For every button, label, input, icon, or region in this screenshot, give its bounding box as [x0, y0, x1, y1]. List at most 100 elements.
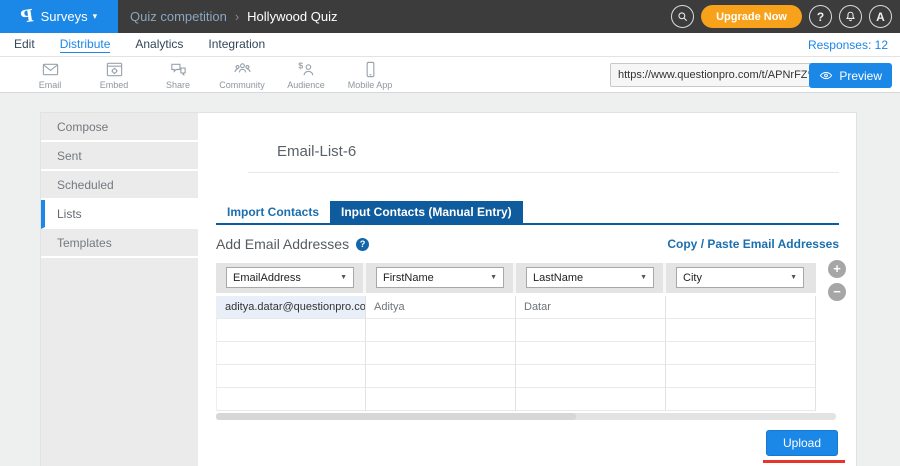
cell-city[interactable] — [666, 342, 816, 365]
help-button[interactable]: ? — [809, 5, 832, 28]
product-name: Surveys — [41, 9, 88, 24]
tab-import-contacts[interactable]: Import Contacts — [216, 201, 330, 223]
select-caret-icon: ▼ — [640, 274, 647, 281]
select-caret-icon: ▼ — [790, 274, 797, 281]
select-value: City — [683, 272, 702, 284]
select-caret-icon: ▼ — [490, 274, 497, 281]
toolbar-item-share[interactable]: Share — [146, 60, 210, 90]
question-mark-icon: ? — [817, 10, 824, 24]
column-select-firstname[interactable]: FirstName ▼ — [376, 267, 504, 288]
cell-firstname[interactable] — [366, 365, 516, 388]
select-caret-icon: ▼ — [340, 274, 347, 281]
section-header: Add Email Addresses ? Copy / Paste Email… — [216, 236, 839, 252]
bell-icon — [844, 10, 857, 23]
add-row-button[interactable]: + — [828, 260, 846, 278]
sidebar-item-scheduled[interactable]: Scheduled — [41, 171, 198, 200]
cell-lastname[interactable] — [516, 319, 666, 342]
column-select-city[interactable]: City ▼ — [676, 267, 804, 288]
email-icon — [41, 60, 60, 79]
grid-header: EmailAddress ▼ FirstName ▼ LastName ▼ City ▼ — [216, 263, 816, 293]
table-row — [216, 319, 816, 342]
cell-firstname[interactable] — [366, 319, 516, 342]
cell-city[interactable] — [666, 388, 816, 411]
cell-email[interactable] — [216, 365, 366, 388]
scrollbar-thumb[interactable] — [216, 413, 576, 420]
upgrade-now-button[interactable]: Upgrade Now — [701, 5, 802, 28]
upload-button[interactable]: Upload — [766, 430, 838, 456]
cell-city[interactable] — [666, 296, 816, 319]
preview-button[interactable]: Preview — [809, 63, 892, 88]
cell-city[interactable] — [666, 365, 816, 388]
toolbar-item-email[interactable]: Email — [18, 60, 82, 90]
sidebar-item-lists[interactable]: Lists — [41, 200, 198, 229]
cell-city[interactable] — [666, 319, 816, 342]
sidebar-item-compose[interactable]: Compose — [41, 113, 198, 142]
cell-email[interactable] — [216, 342, 366, 365]
search-button[interactable] — [671, 5, 694, 28]
eye-icon — [819, 69, 833, 82]
cell-lastname[interactable] — [516, 342, 666, 365]
horizontal-scrollbar[interactable] — [216, 413, 836, 420]
survey-url-field: ✎ — [610, 63, 823, 87]
cell-lastname[interactable]: Datar — [516, 296, 666, 319]
select-value: FirstName — [383, 272, 434, 284]
search-icon — [676, 10, 689, 23]
toolbar-label: Audience — [287, 80, 325, 90]
help-tooltip-icon[interactable]: ? — [356, 238, 369, 251]
grid-body: aditya.datar@questionpro.com Aditya Data… — [216, 296, 816, 411]
toolbar-item-audience[interactable]: $ Audience — [274, 60, 338, 90]
sidebar-item-label: Scheduled — [57, 178, 114, 192]
cell-firstname[interactable] — [366, 342, 516, 365]
responses-count[interactable]: Responses: 12 — [808, 38, 888, 52]
svg-text:$: $ — [298, 60, 303, 70]
distribute-toolbar: Email Embed Share Community $ Audience M… — [0, 57, 900, 93]
community-icon — [233, 60, 252, 79]
column-select-lastname[interactable]: LastName ▼ — [526, 267, 654, 288]
sidebar-item-sent[interactable]: Sent — [41, 142, 198, 171]
list-name-title: Email-List-6 — [277, 143, 356, 160]
cell-email[interactable]: aditya.datar@questionpro.com — [216, 296, 366, 319]
preview-label: Preview — [839, 69, 882, 83]
chevron-down-icon: ▾ — [93, 11, 98, 22]
column-select-emailaddress[interactable]: EmailAddress ▼ — [226, 267, 354, 288]
select-value: LastName — [533, 272, 583, 284]
account-avatar[interactable]: A — [869, 5, 892, 28]
topbar-actions: Upgrade Now ? A — [671, 5, 900, 28]
cell-lastname[interactable] — [516, 388, 666, 411]
remove-row-button[interactable]: − — [828, 283, 846, 301]
breadcrumb-folder[interactable]: Quiz competition — [130, 9, 227, 24]
header-cell-firstname: FirstName ▼ — [366, 263, 516, 293]
surveys-menu-button[interactable]: P Surveys ▾ — [0, 0, 118, 33]
sidebar-item-label: Lists — [57, 207, 82, 221]
email-lists-panel: Compose Sent Scheduled Lists Templates E… — [40, 112, 857, 466]
cell-email[interactable] — [216, 388, 366, 411]
section-title: Add Email Addresses — [216, 236, 349, 252]
survey-nav: Edit Distribute Analytics Integration Re… — [0, 33, 900, 57]
sidebar-item-templates[interactable]: Templates — [41, 229, 198, 258]
table-row — [216, 365, 816, 388]
select-value: EmailAddress — [233, 272, 301, 284]
tab-analytics[interactable]: Analytics — [135, 37, 183, 52]
sidebar-item-label: Sent — [57, 149, 82, 163]
tab-distribute[interactable]: Distribute — [60, 37, 111, 53]
share-icon — [169, 60, 188, 79]
toolbar-label: Mobile App — [348, 80, 393, 90]
toolbar-item-community[interactable]: Community — [210, 60, 274, 90]
toolbar-item-mobile-app[interactable]: Mobile App — [338, 60, 402, 90]
cell-firstname[interactable]: Aditya — [366, 296, 516, 319]
cell-firstname[interactable] — [366, 388, 516, 411]
email-sidebar: Compose Sent Scheduled Lists Templates — [41, 113, 198, 466]
tab-input-contacts-manual[interactable]: Input Contacts (Manual Entry) — [330, 201, 523, 223]
survey-url-input[interactable] — [618, 69, 807, 81]
cell-lastname[interactable] — [516, 365, 666, 388]
tab-edit[interactable]: Edit — [14, 37, 35, 52]
tab-integration[interactable]: Integration — [208, 37, 265, 52]
copy-paste-email-link[interactable]: Copy / Paste Email Addresses — [667, 237, 839, 251]
cell-email[interactable] — [216, 319, 366, 342]
breadcrumb-separator-icon: › — [235, 9, 239, 24]
notifications-button[interactable] — [839, 5, 862, 28]
toolbar-label: Share — [166, 80, 190, 90]
embed-icon — [105, 60, 124, 79]
mobile-app-icon — [361, 60, 380, 79]
toolbar-item-embed[interactable]: Embed — [82, 60, 146, 90]
